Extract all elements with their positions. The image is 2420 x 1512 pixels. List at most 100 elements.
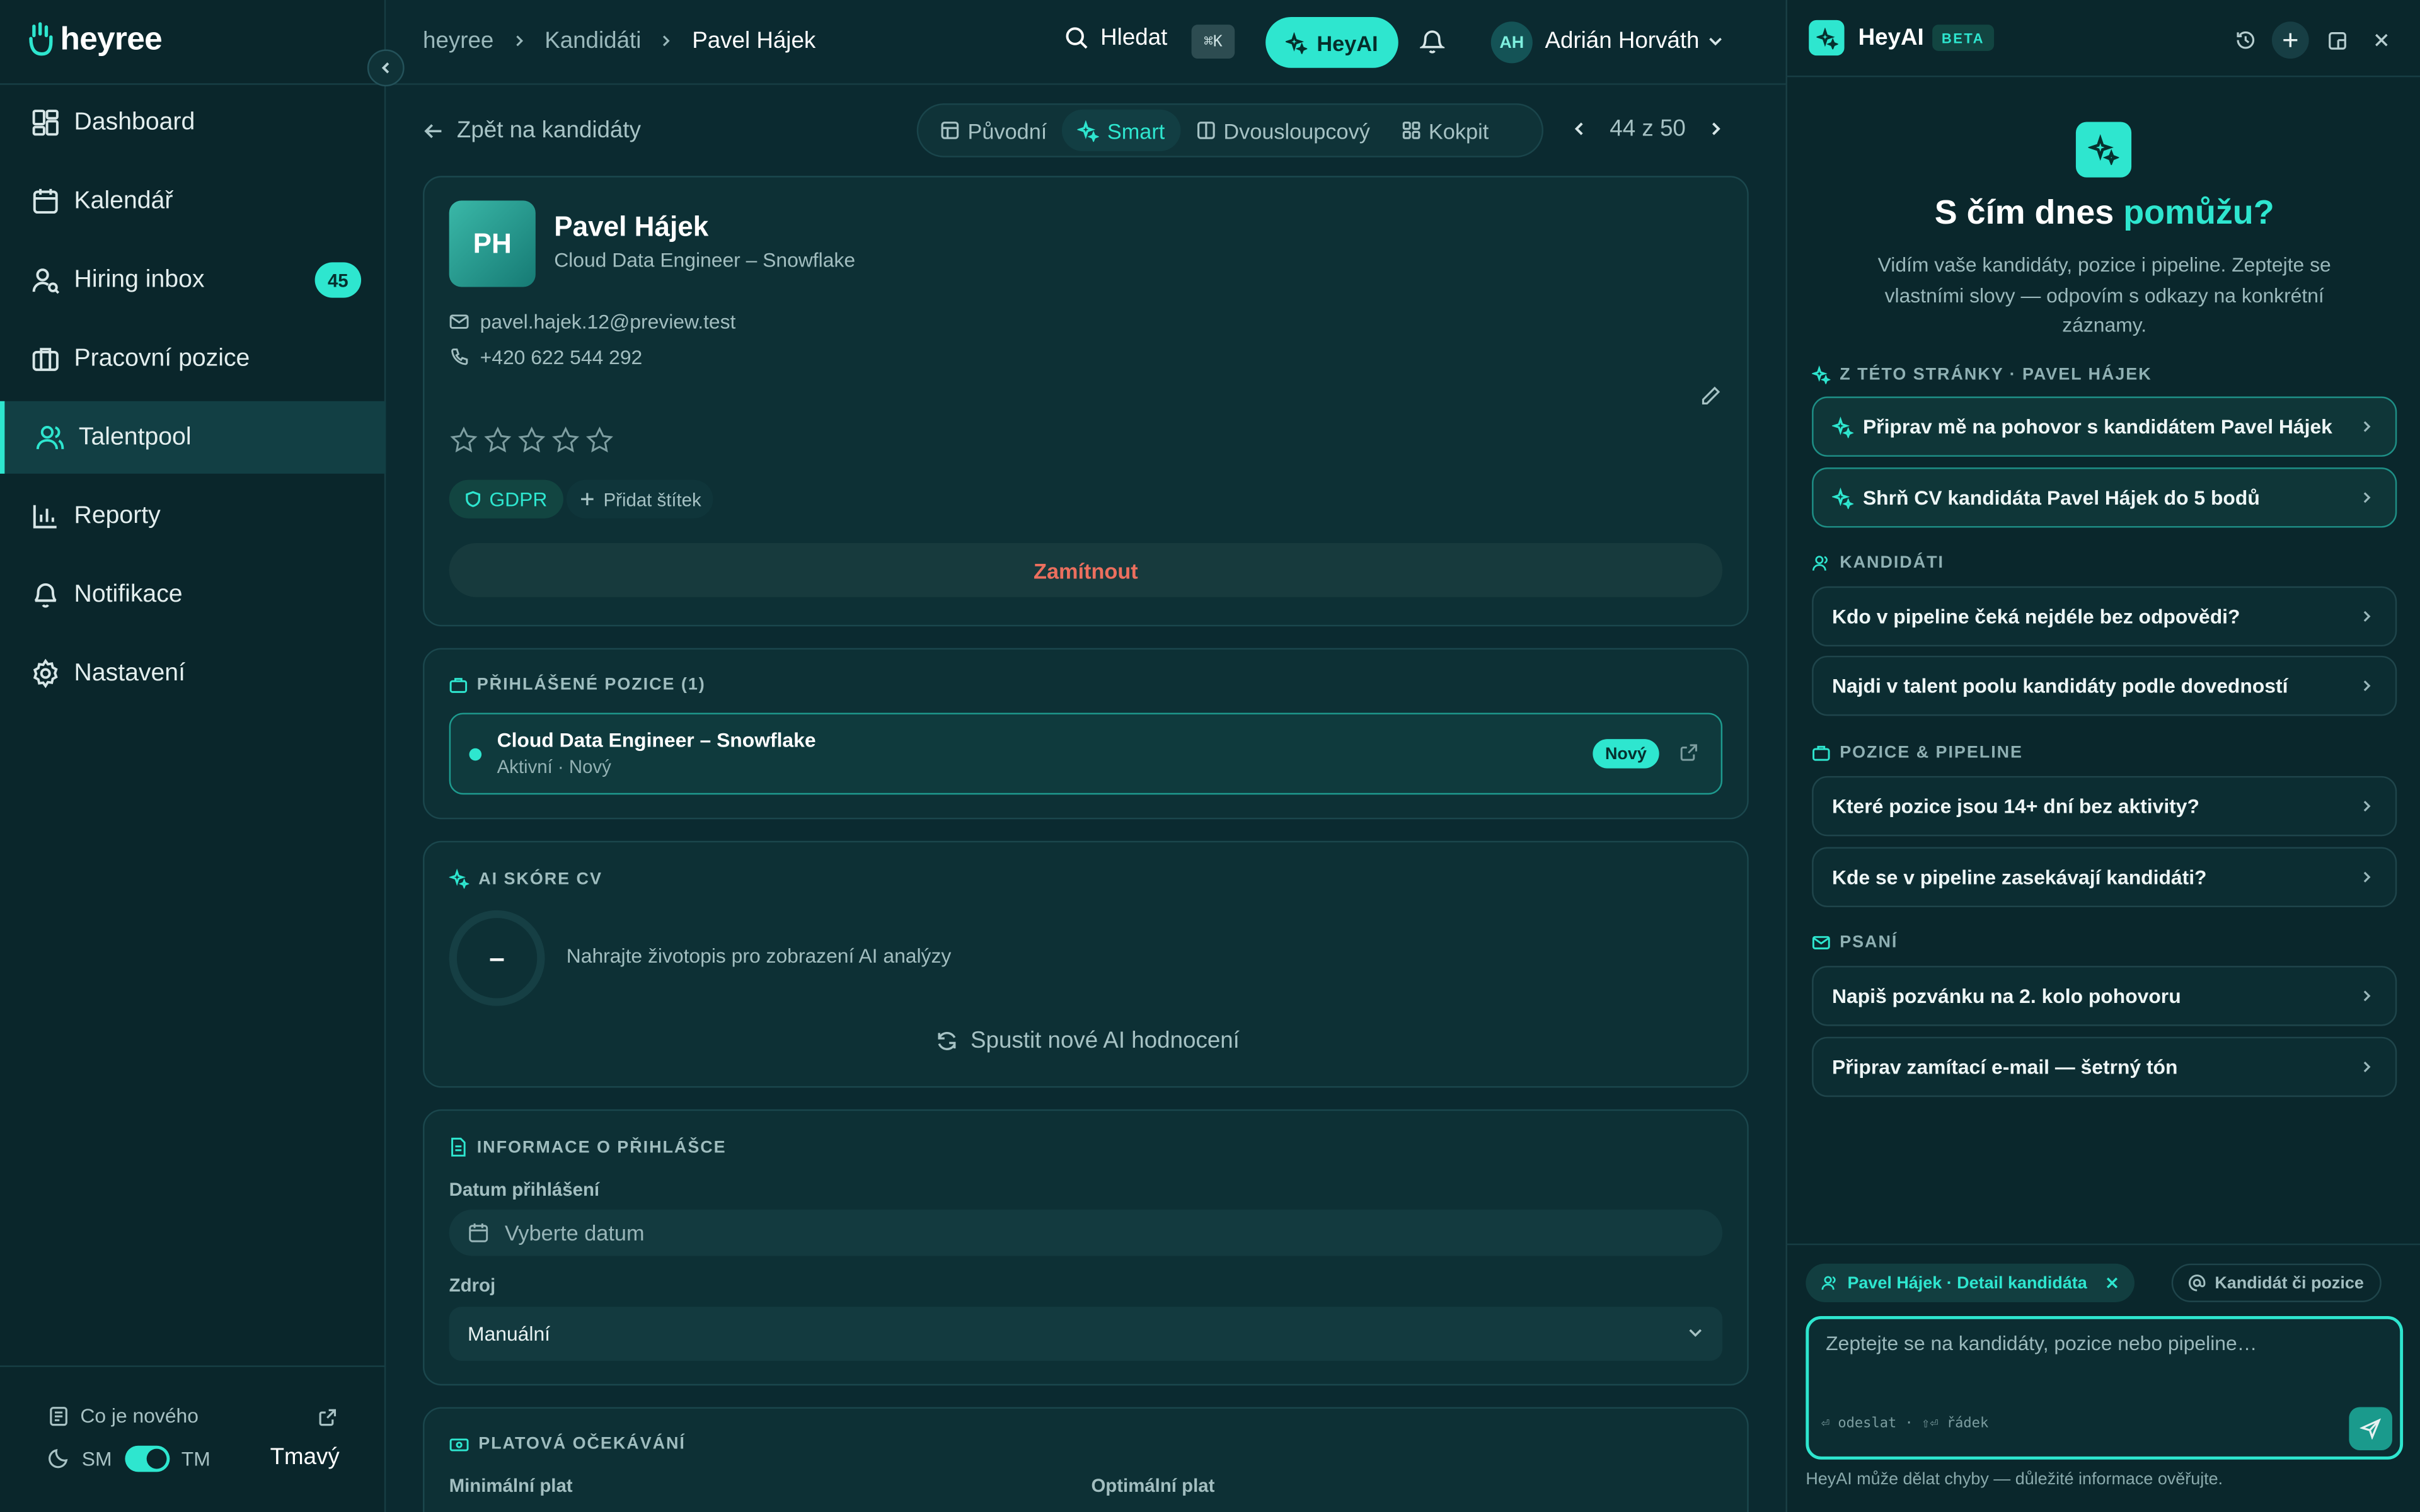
view-cockpit-button[interactable]: Kokpit <box>1385 110 1504 151</box>
new-chat-button[interactable] <box>2271 21 2309 59</box>
dock-button[interactable] <box>2318 21 2355 59</box>
view-two-column-button[interactable]: Dvousloupcový <box>1180 110 1386 151</box>
suggestion-item[interactable]: Napiš pozvánku na 2. kolo pohovoru <box>1812 966 2397 1026</box>
history-button[interactable] <box>2227 21 2264 59</box>
collapse-sidebar-button[interactable] <box>367 49 405 87</box>
back-label: Zpět na kandidáty <box>456 117 641 144</box>
divider <box>0 83 386 85</box>
refresh-icon <box>938 1031 956 1050</box>
panel-icon <box>2327 31 2346 49</box>
theme-left-label: SM <box>81 1446 112 1470</box>
suggestion-item[interactable]: Připrav zamítací e-mail — šetrný tón <box>1812 1036 2397 1097</box>
star-icon[interactable] <box>551 426 580 455</box>
status-badge: Nový <box>1593 739 1659 769</box>
view-switcher: Původní Smart Dvousloupcový Kokpit <box>916 103 1543 158</box>
theme-toggle[interactable] <box>124 1445 170 1472</box>
send-button[interactable] <box>2349 1407 2392 1451</box>
inbox-user-icon <box>32 268 60 294</box>
suggestion-item[interactable]: Shrň CV kandidáta Pavel Hájek do 5 bodů <box>1812 467 2397 528</box>
reject-button[interactable]: Zamítnout <box>449 543 1723 597</box>
suggestion-label: Kdo v pipeline čeká nejdéle bez odpovědi… <box>1831 605 2240 628</box>
hero-sparkle-badge <box>2075 122 2132 178</box>
heyai-header: HeyAI BETA <box>1787 0 2420 77</box>
sidebar-item-calendar[interactable]: Kalendář <box>0 165 386 238</box>
suggestion-item[interactable]: Kde se v pipeline zasekávají kandidáti? <box>1812 847 2397 908</box>
external-link-icon[interactable] <box>1680 742 1700 762</box>
shield-icon <box>466 491 481 507</box>
position-row[interactable]: Cloud Data Engineer – Snowflake Aktivní … <box>449 713 1723 795</box>
date-picker[interactable]: Vyberte datum <box>449 1210 1723 1256</box>
mention-chip[interactable]: Kandidát či pozice <box>2171 1263 2381 1302</box>
ai-score-card: AI SKÓRE CV – Nahrajte životopis pro zob… <box>423 840 1750 1088</box>
moon-icon <box>49 1449 68 1469</box>
breadcrumb-item[interactable]: Kandidáti <box>544 28 641 54</box>
sidebar-item-hiring-inbox[interactable]: Hiring inbox 45 <box>0 244 386 316</box>
prompt-hint: ⏎ odeslat · ⇧⏎ řádek <box>1821 1416 1989 1432</box>
view-smart-button[interactable]: Smart <box>1062 109 1180 152</box>
optimal-salary-label: Optimální plat <box>1091 1475 1215 1497</box>
sidebar-item-label: Talentpool <box>78 423 192 450</box>
close-icon[interactable] <box>2106 1276 2119 1290</box>
suggestion-label: Připrav mě na pohovor s kandidátem Pavel… <box>1862 415 2332 438</box>
back-to-candidates-link[interactable]: Zpět na kandidáty <box>423 117 641 144</box>
sidebar-item-reports[interactable]: Reporty <box>0 480 386 553</box>
section-title: PŘIHLÁŠENÉ POZICE (1) <box>449 676 706 694</box>
pencil-icon[interactable] <box>1699 384 1722 408</box>
date-label: Datum přihlášení <box>449 1179 600 1201</box>
user-name[interactable]: Adrián Horváth <box>1545 28 1699 54</box>
candidate-detail: Zpět na kandidáty Původní Smart Dvouslou… <box>386 85 1785 1512</box>
source-select[interactable]: Manuální <box>449 1307 1723 1361</box>
logo-icon <box>29 22 53 56</box>
suggestion-item[interactable]: Připrav mě na pohovor s kandidátem Pavel… <box>1812 396 2397 457</box>
context-chip[interactable]: Pavel Hájek · Detail kandidáta <box>1806 1263 2135 1302</box>
view-original-button[interactable]: Původní <box>925 110 1063 151</box>
prompt-input[interactable] <box>1826 1331 2366 1355</box>
grid-icon <box>1402 122 1420 139</box>
chevron-right-icon[interactable] <box>1707 120 1724 137</box>
beta-badge: BETA <box>1932 25 1994 51</box>
add-tag-button[interactable]: Přidat štítek <box>566 479 714 518</box>
suggestion-item[interactable]: Které pozice jsou 14+ dní bez aktivity? <box>1812 776 2397 837</box>
rating-stars <box>449 426 614 455</box>
star-icon[interactable] <box>517 426 546 455</box>
sidebar-item-positions[interactable]: Pracovní pozice <box>0 323 386 395</box>
search-button[interactable]: Hledat <box>1065 25 1167 51</box>
suggestion-item[interactable]: Najdi v talent poolu kandidáty podle dov… <box>1812 655 2397 716</box>
brand-logo[interactable]: heyree <box>25 20 163 60</box>
suggestion-label: Které pozice jsou 14+ dní bez aktivity? <box>1831 794 2199 818</box>
heyai-button-label: HeyAI <box>1317 30 1378 55</box>
star-icon[interactable] <box>585 426 614 455</box>
theme-right-label: TM <box>181 1446 210 1470</box>
suggestion-item[interactable]: Kdo v pipeline čeká nejdéle bez odpovědi… <box>1812 586 2397 647</box>
whats-new-link[interactable]: Co je nového <box>48 1404 199 1427</box>
breadcrumb-item[interactable]: heyree <box>423 28 493 54</box>
chevron-right-icon <box>2363 610 2371 622</box>
star-icon[interactable] <box>449 426 479 455</box>
section-title: INFORMACE O PŘIHLÁŠCE <box>449 1137 727 1157</box>
gear-icon <box>33 658 58 689</box>
sparkle-icon <box>1078 119 1100 142</box>
chevron-down-icon[interactable] <box>1707 32 1724 49</box>
heyai-button[interactable]: HeyAI <box>1265 16 1398 68</box>
sidebar-item-settings[interactable]: Nastavení <box>0 637 386 709</box>
close-panel-button[interactable] <box>2363 21 2400 59</box>
section-title: AI SKÓRE CV <box>449 868 602 889</box>
tag-gdpr[interactable]: GDPR <box>449 479 563 518</box>
sidebar-item-notifications[interactable]: Notifikace <box>0 559 386 631</box>
candidate-phone[interactable]: +420 622 544 292 <box>449 346 642 369</box>
candidate-email[interactable]: pavel.hajek.12@preview.test <box>449 310 735 333</box>
chevron-down-icon <box>1689 1329 1702 1337</box>
sidebar-item-label: Dashboard <box>74 108 195 135</box>
sparkle-icon <box>1286 32 1308 54</box>
suggestion-label: Kde se v pipeline zasekávají kandidáti? <box>1831 865 2207 889</box>
sidebar-item-talentpool[interactable]: Talentpool <box>0 401 386 474</box>
chevron-left-icon[interactable] <box>1571 120 1588 137</box>
sidebar-item-dashboard[interactable]: Dashboard <box>0 86 386 159</box>
bell-icon[interactable] <box>1420 28 1445 54</box>
sidebar-item-label: Notifikace <box>74 581 183 607</box>
sparkle-icon <box>2088 134 2119 166</box>
chevron-right-icon <box>2363 680 2371 692</box>
star-icon[interactable] <box>483 426 513 455</box>
rerun-ai-button[interactable]: Spustit nové AI hodnocení <box>424 1028 1750 1054</box>
avatar[interactable]: AH <box>1490 21 1533 64</box>
